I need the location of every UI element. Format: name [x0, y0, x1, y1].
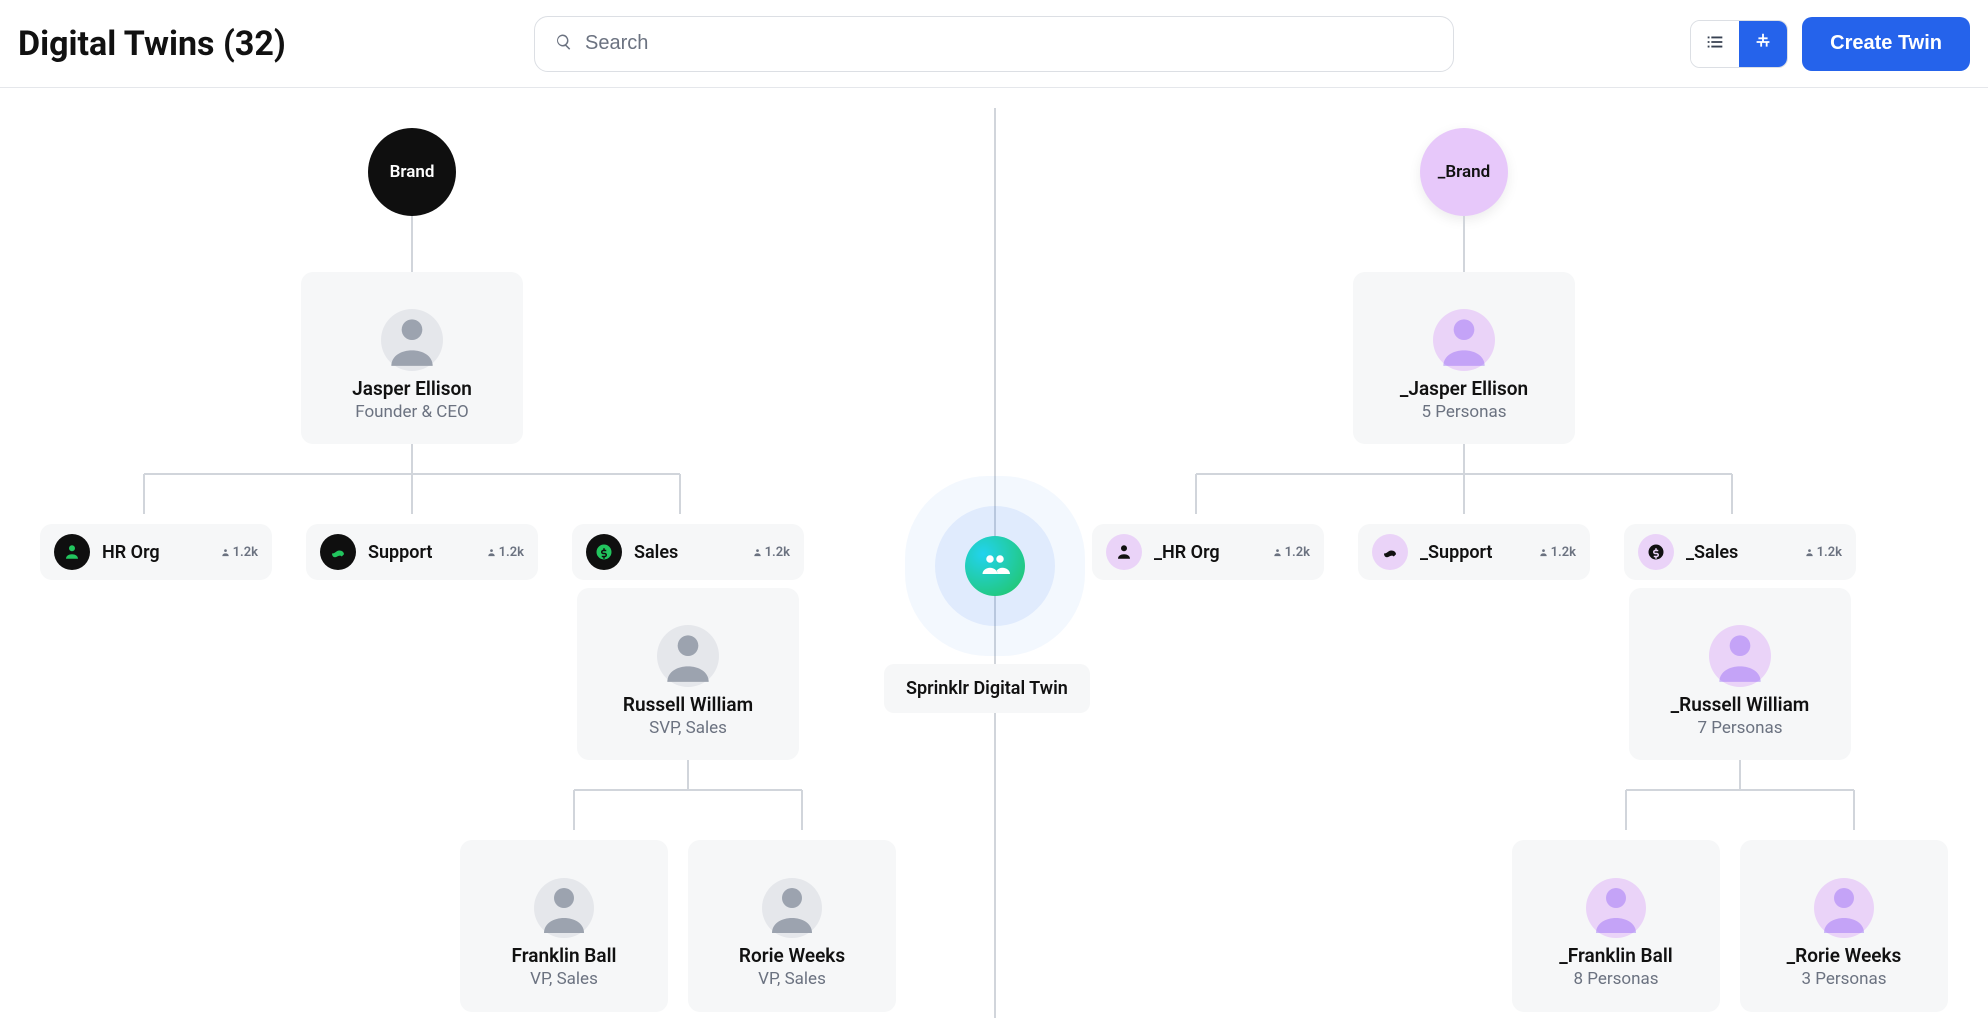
twin-child-name-1: _Rorie Weeks: [1787, 944, 1902, 967]
people-icon: [980, 549, 1010, 583]
avatar: [1433, 309, 1495, 371]
dept-sales-label: Sales: [634, 542, 678, 563]
brand-root-label: Brand: [390, 162, 435, 182]
svp-card[interactable]: Russell William SVP, Sales: [577, 588, 799, 760]
child-name-1: Rorie Weeks: [739, 944, 845, 967]
twin-child-name-0: _Franklin Ball: [1559, 944, 1672, 967]
sprinklr-twin-badge[interactable]: [965, 536, 1025, 596]
twin-dept-support[interactable]: _Support 1.2k: [1358, 524, 1590, 580]
support-icon: [1372, 534, 1408, 570]
twin-child-card-1[interactable]: _Rorie Weeks 3 Personas: [1740, 840, 1948, 1012]
dept-hr[interactable]: HR Org 1.2k: [40, 524, 272, 580]
hr-icon: [1106, 534, 1142, 570]
twin-brand-root-label: _Brand: [1438, 162, 1490, 182]
dept-hr-stat: 1.2k: [220, 545, 258, 560]
ceo-sub: Founder & CEO: [355, 402, 468, 422]
svp-sub: SVP, Sales: [649, 718, 727, 738]
twin-dept-support-label: _Support: [1420, 542, 1492, 563]
child-card-1[interactable]: Rorie Weeks VP, Sales: [688, 840, 896, 1012]
hr-icon: [54, 534, 90, 570]
brand-root[interactable]: Brand: [368, 128, 456, 216]
dept-hr-label: HR Org: [102, 542, 160, 563]
child-name-0: Franklin Ball: [512, 944, 617, 967]
dept-support-label: Support: [368, 542, 432, 563]
page-title-text: Digital Twins: [18, 24, 215, 64]
page-title: Digital Twins (32): [18, 24, 286, 64]
create-twin-button[interactable]: Create Twin: [1802, 17, 1970, 71]
page-header: Digital Twins (32) Create Twin: [0, 0, 1988, 88]
twin-brand-root[interactable]: _Brand: [1420, 128, 1508, 216]
sales-icon: [586, 534, 622, 570]
list-view-button[interactable]: [1691, 21, 1739, 67]
twin-svp-name: _Russell William: [1671, 693, 1810, 716]
child-sub-0: VP, Sales: [530, 969, 598, 989]
list-icon: [1704, 31, 1726, 56]
hierarchy-icon: [1752, 31, 1774, 56]
ceo-name: Jasper Ellison: [352, 377, 472, 400]
twin-dept-sales[interactable]: _Sales 1.2k: [1624, 524, 1856, 580]
dept-support-stat: 1.2k: [486, 545, 524, 560]
sprinklr-twin-label: Sprinklr Digital Twin: [884, 664, 1090, 713]
dept-support[interactable]: Support 1.2k: [306, 524, 538, 580]
twin-dept-hr[interactable]: _HR Org 1.2k: [1092, 524, 1324, 580]
avatar: [381, 309, 443, 371]
twin-ceo-card[interactable]: _Jasper Ellison 5 Personas: [1353, 272, 1575, 444]
twin-ceo-name: _Jasper Ellison: [1400, 377, 1528, 400]
twin-dept-sales-stat: 1.2k: [1804, 545, 1842, 560]
twin-dept-support-stat: 1.2k: [1538, 545, 1576, 560]
org-canvas: Brand Jasper Ellison Founder & CEO HR Or…: [0, 88, 1988, 1032]
sales-icon: [1638, 534, 1674, 570]
twin-dept-hr-label: _HR Org: [1154, 542, 1220, 563]
avatar: [534, 878, 594, 938]
search-icon: [555, 33, 585, 55]
avatar: [1814, 878, 1874, 938]
avatar: [1709, 625, 1771, 687]
twin-ceo-sub: 5 Personas: [1421, 402, 1506, 422]
avatar: [657, 625, 719, 687]
twin-dept-sales-label: _Sales: [1686, 542, 1738, 563]
avatar: [1586, 878, 1646, 938]
search-input[interactable]: [585, 32, 1433, 55]
page-title-count: (32): [223, 24, 286, 64]
avatar: [762, 878, 822, 938]
child-sub-1: VP, Sales: [758, 969, 826, 989]
ceo-card[interactable]: Jasper Ellison Founder & CEO: [301, 272, 523, 444]
view-toggle: [1690, 20, 1788, 68]
search-container: [534, 16, 1454, 72]
twin-child-card-0[interactable]: _Franklin Ball 8 Personas: [1512, 840, 1720, 1012]
twin-child-sub-0: 8 Personas: [1573, 969, 1658, 989]
tree-view-button[interactable]: [1739, 21, 1787, 67]
dept-sales-stat: 1.2k: [752, 545, 790, 560]
svp-name: Russell William: [623, 693, 753, 716]
support-icon: [320, 534, 356, 570]
twin-child-sub-1: 3 Personas: [1801, 969, 1886, 989]
twin-dept-hr-stat: 1.2k: [1272, 545, 1310, 560]
search-field-wrap[interactable]: [534, 16, 1454, 72]
twin-svp-card[interactable]: _Russell William 7 Personas: [1629, 588, 1851, 760]
child-card-0[interactable]: Franklin Ball VP, Sales: [460, 840, 668, 1012]
dept-sales[interactable]: Sales 1.2k: [572, 524, 804, 580]
twin-svp-sub: 7 Personas: [1697, 718, 1782, 738]
